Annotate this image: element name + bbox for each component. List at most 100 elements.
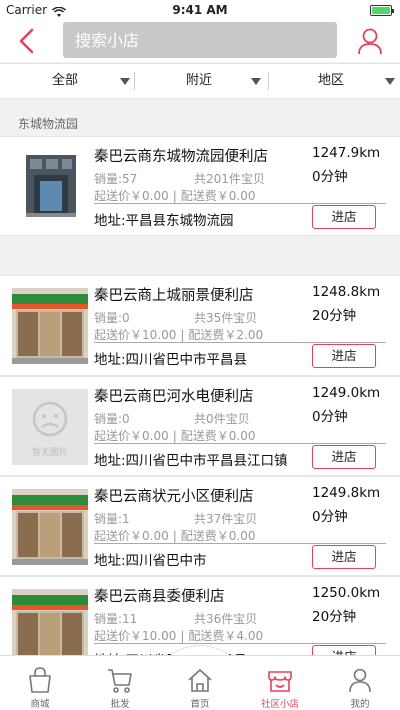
filter-bar: 全部 附近 地区	[0, 63, 400, 99]
tab-mall[interactable]: 商城	[0, 656, 80, 710]
no-image-text: 暂无图片	[31, 448, 68, 458]
store-address: 地址:四川省巴中市	[94, 553, 207, 569]
store-item-count: 共37件宝贝	[194, 512, 258, 526]
enter-store-button[interactable]: 进店	[312, 344, 376, 368]
delivery-fee: 配送费￥0.00	[180, 529, 256, 543]
shop-icon	[268, 671, 292, 692]
filter-divider	[134, 72, 135, 90]
battery-icon	[370, 5, 394, 16]
chevron-left-icon	[19, 28, 34, 54]
tab-community-store[interactable]: 社区小店	[240, 656, 320, 710]
home-icon	[188, 669, 212, 692]
store-delivery-time: 0分钟	[312, 509, 348, 525]
store-fees: 起送价￥0.00 | 配送费￥0.00	[94, 527, 256, 544]
filter-all-label: 全部	[52, 73, 79, 88]
tab-mine-label: 我的	[350, 699, 370, 710]
nav-bar	[0, 20, 400, 62]
delivery-fee: 配送费￥0.00	[180, 189, 256, 203]
tab-mine[interactable]: 我的	[320, 656, 400, 710]
filter-nearby[interactable]: 附近	[186, 64, 266, 98]
store-delivery-time: 20分钟	[312, 609, 357, 625]
store-sales: 销量:0	[94, 311, 130, 325]
store-item-count: 共35件宝贝	[194, 311, 258, 325]
store-name: 秦巴云商上城丽景便利店	[94, 288, 254, 304]
store-sales: 销量:0	[94, 412, 130, 426]
store-sales: 销量:57	[94, 172, 138, 186]
back-button[interactable]	[14, 26, 42, 56]
fee-separator: |	[180, 629, 185, 643]
fee-separator: |	[180, 328, 185, 342]
tab-mall-label: 商城	[30, 699, 50, 710]
store-name: 秦巴云商县委便利店	[94, 589, 225, 605]
store-thumbnail	[12, 288, 88, 364]
tab-bar: 商城 批发 首页 社区小店 我的	[0, 655, 400, 710]
user-button[interactable]	[356, 26, 384, 56]
section-title: 东城物流园	[18, 117, 79, 131]
tab-home[interactable]: 首页	[160, 656, 240, 710]
store-thumbnail	[12, 589, 88, 665]
store-item-count: 共201件宝贝	[194, 172, 265, 186]
filter-all[interactable]: 全部	[52, 64, 132, 98]
min-order-price: 起送价￥0.00	[94, 429, 169, 443]
fee-separator: |	[172, 189, 177, 203]
store-fees: 起送价￥0.00 | 配送费￥0.00	[94, 187, 256, 204]
dropdown-arrow-icon	[385, 78, 395, 85]
store-delivery-time: 0分钟	[312, 169, 348, 185]
store-sales: 销量:1	[94, 512, 130, 526]
divider	[94, 342, 386, 343]
divider	[94, 643, 386, 644]
search-box[interactable]	[63, 22, 337, 58]
fee-separator: |	[172, 529, 177, 543]
enter-store-button[interactable]: 进店	[312, 545, 376, 569]
filter-region-label: 地区	[318, 73, 345, 88]
store-distance: 1248.8km	[312, 284, 381, 300]
dropdown-arrow-icon	[251, 78, 261, 85]
store-address: 地址:四川省巴中市平昌县江口镇	[94, 453, 288, 469]
cart-icon	[108, 669, 132, 693]
store-fees: 起送价￥10.00 | 配送费￥2.00	[94, 326, 263, 343]
store-delivery-time: 0分钟	[312, 409, 348, 425]
store-distance: 1249.0km	[312, 385, 381, 401]
min-order-price: 起送价￥10.00	[94, 629, 177, 643]
store-item-count: 共36件宝贝	[194, 612, 258, 626]
min-order-price: 起送价￥0.00	[94, 189, 169, 203]
store-distance: 1249.8km	[312, 485, 381, 501]
delivery-fee: 配送费￥0.00	[180, 429, 256, 443]
store-name: 秦巴云商巴河水电便利店	[94, 389, 254, 405]
store-thumbnail	[12, 489, 88, 565]
store-thumbnail	[12, 149, 88, 225]
store-distance: 1247.9km	[312, 145, 381, 161]
dropdown-arrow-icon	[120, 78, 130, 85]
divider	[94, 543, 386, 544]
store-address: 地址:平昌县东城物流园	[94, 213, 234, 229]
tab-wholesale-label: 批发	[110, 699, 130, 710]
min-order-price: 起送价￥0.00	[94, 529, 169, 543]
store-card[interactable]: 秦巴云商东城物流园便利店 1247.9km 0分钟 销量:57 共201件宝贝 …	[0, 136, 400, 236]
store-distance: 1250.0km	[312, 585, 381, 601]
no-image-placeholder: 暂无图片	[12, 389, 88, 465]
divider	[94, 443, 386, 444]
filter-region[interactable]: 地区	[318, 64, 398, 98]
filter-divider	[268, 72, 269, 90]
store-fees: 起送价￥0.00 | 配送费￥0.00	[94, 427, 256, 444]
store-item-count: 共0件宝贝	[194, 412, 250, 426]
enter-store-button[interactable]: 进店	[312, 205, 376, 229]
user-icon	[358, 28, 382, 55]
min-order-price: 起送价￥10.00	[94, 328, 177, 342]
store-card[interactable]: 秦巴云商状元小区便利店 1249.8km 0分钟 销量:1 共37件宝贝 起送价…	[0, 476, 400, 576]
tab-community-store-label: 社区小店	[260, 699, 299, 710]
tab-wholesale[interactable]: 批发	[80, 656, 160, 710]
delivery-fee: 配送费￥2.00	[188, 328, 264, 342]
store-name: 秦巴云商状元小区便利店	[94, 489, 254, 505]
store-name: 秦巴云商东城物流园便利店	[94, 149, 268, 165]
shopping-bag-icon	[29, 667, 51, 693]
store-delivery-time: 20分钟	[312, 308, 357, 324]
tab-home-label: 首页	[190, 699, 210, 710]
enter-store-button[interactable]: 进店	[312, 445, 376, 469]
search-input[interactable]	[63, 22, 337, 58]
store-fees: 起送价￥10.00 | 配送费￥4.00	[94, 627, 263, 644]
store-card[interactable]: 秦巴云商上城丽景便利店 1248.8km 20分钟 销量:0 共35件宝贝 起送…	[0, 275, 400, 376]
filter-nearby-label: 附近	[186, 73, 213, 88]
store-card[interactable]: 暂无图片 秦巴云商巴河水电便利店 1249.0km 0分钟 销量:0 共0件宝贝…	[0, 376, 400, 476]
store-sales: 销量:11	[94, 612, 138, 626]
